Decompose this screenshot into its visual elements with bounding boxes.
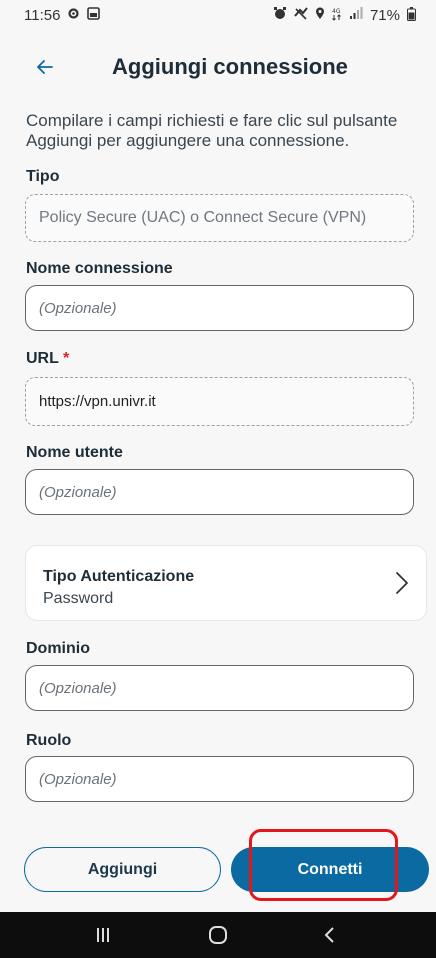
url-label: URL * (26, 350, 69, 368)
alarm-icon (273, 7, 287, 23)
mute-icon (294, 7, 308, 23)
nome-utente-input[interactable]: (Opzionale) (25, 469, 414, 515)
nome-utente-placeholder: (Opzionale) (39, 483, 117, 501)
nome-utente-label: Nome utente (26, 444, 123, 461)
tipo-autenticazione-label: Tipo Autenticazione (43, 568, 195, 585)
back-button[interactable] (30, 52, 60, 82)
status-time: 11:56 (24, 6, 61, 24)
connetti-button[interactable]: Connetti (231, 847, 429, 892)
recents-icon (97, 928, 109, 942)
home-icon (209, 926, 227, 944)
recents-button[interactable] (88, 924, 118, 946)
back-icon (324, 927, 334, 943)
tipo-value: Policy Secure (UAC) o Connect Secure (VP… (39, 209, 367, 226)
data-4g-icon: 4G (332, 7, 342, 24)
dominio-input[interactable]: (Opzionale) (25, 665, 414, 711)
required-mark: * (63, 350, 70, 367)
ruolo-input[interactable]: (Opzionale) (25, 756, 414, 802)
nome-connessione-input[interactable]: (Opzionale) (25, 285, 414, 331)
nome-connessione-placeholder: (Opzionale) (39, 299, 117, 317)
signal-icon (349, 7, 363, 23)
system-nav-bar (0, 912, 436, 958)
dominio-label: Dominio (26, 640, 90, 657)
nome-connessione-label: Nome connessione (26, 260, 173, 277)
arrow-left-icon (37, 60, 53, 74)
tipo-label: Tipo (26, 168, 60, 185)
status-battery: 71% (369, 6, 400, 24)
tipo-field: Policy Secure (UAC) o Connect Secure (VP… (25, 194, 414, 242)
url-label-text: URL (26, 350, 59, 367)
settings-icon (67, 7, 80, 23)
status-bar: 11:56 4G 71% (0, 0, 436, 30)
url-value: https://vpn.univr.it (39, 393, 156, 410)
url-input[interactable]: https://vpn.univr.it (25, 377, 414, 426)
home-button[interactable] (203, 924, 233, 946)
tipo-autenticazione-value: Password (43, 590, 114, 607)
back-nav-button[interactable] (315, 924, 345, 946)
svg-text:4G: 4G (332, 8, 341, 15)
intro-text: Compilare i campi richiesti e fare clic … (26, 111, 398, 150)
chevron-right-icon (396, 572, 408, 594)
tipo-autenticazione-selector[interactable]: Tipo Autenticazione Password (25, 545, 427, 621)
image-icon (87, 7, 101, 23)
location-icon (315, 7, 325, 23)
ruolo-placeholder: (Opzionale) (39, 770, 117, 788)
dominio-placeholder: (Opzionale) (39, 679, 117, 697)
app-bar: Aggiungi connessione (0, 48, 436, 88)
ruolo-label: Ruolo (26, 732, 72, 749)
page-title: Aggiungi connessione (112, 54, 348, 79)
aggiungi-button[interactable]: Aggiungi (24, 847, 221, 892)
battery-icon (407, 6, 416, 24)
